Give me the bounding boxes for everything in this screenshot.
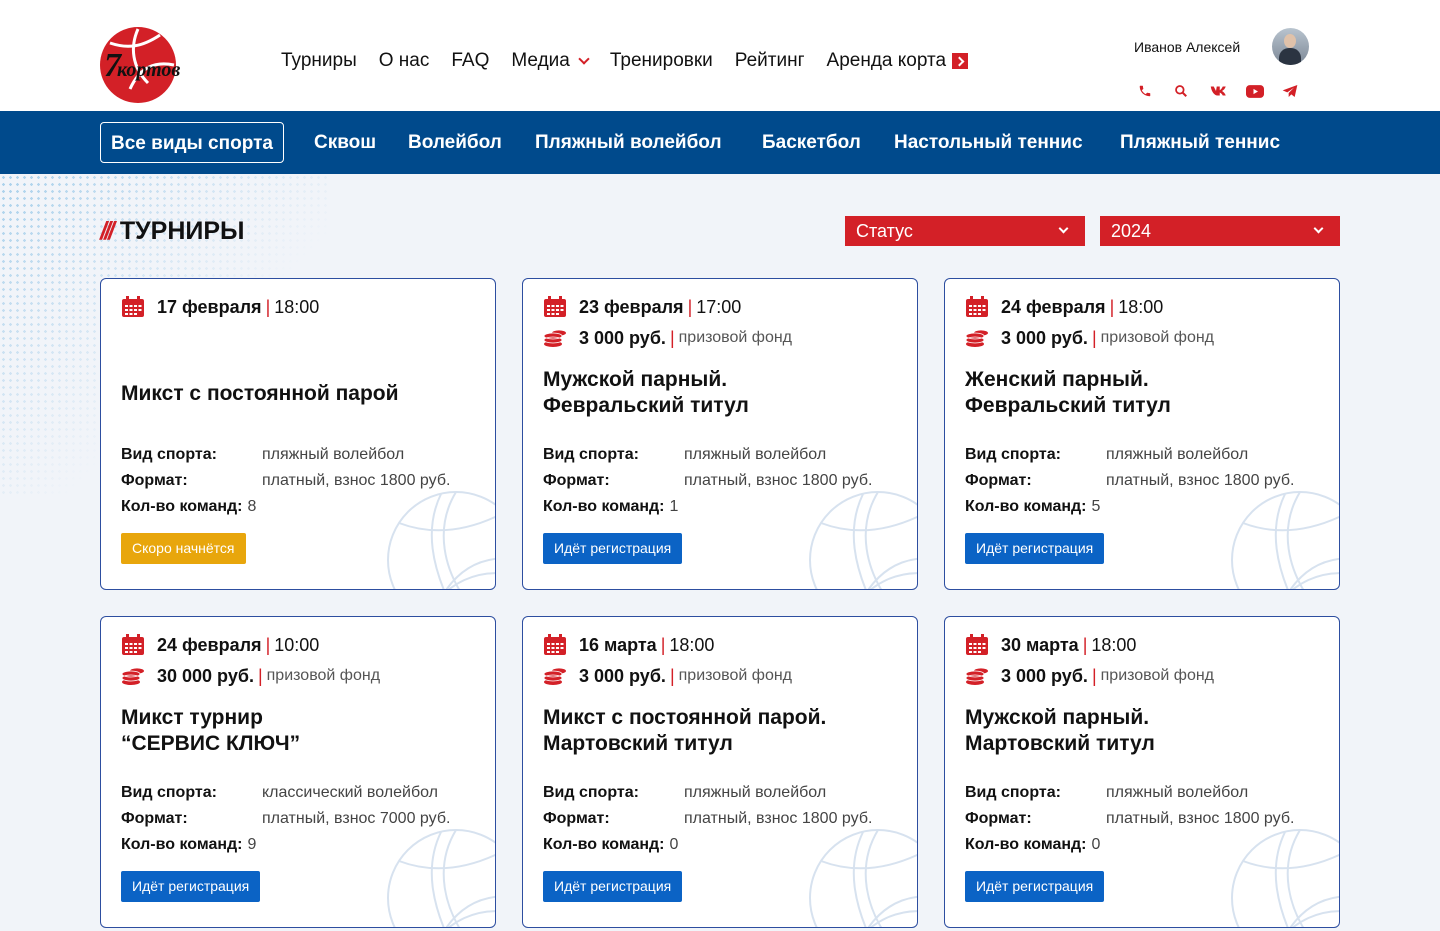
youtube-icon[interactable] (1246, 82, 1282, 100)
calendar-icon (121, 296, 145, 318)
card-title: Мужской парный. Февральский титул (543, 368, 749, 417)
calendar-icon (965, 634, 989, 656)
card-date: 30 марта | 18:00 (965, 634, 1136, 656)
card-date: 17 февраля | 18:00 (121, 296, 319, 318)
calendar-icon (121, 634, 145, 656)
card-title: Мужской парный. Мартовский титул (965, 706, 1155, 755)
nav-rating[interactable]: Рейтинг (735, 50, 805, 72)
logo-text: 7кортов (104, 47, 181, 84)
logo[interactable]: 7кортов (100, 27, 196, 103)
sport-tab-all[interactable]: Все виды спорта (100, 122, 284, 163)
chevron-down-icon (578, 52, 590, 65)
coins-icon (543, 665, 567, 687)
card-status-button[interactable]: Скоро начнётся (121, 533, 246, 564)
card-title: Микст турнир “СЕРВИС КЛЮЧ” (121, 706, 301, 755)
tournament-card[interactable]: 17 февраля | 18:00 Микст с постоянной паро… (100, 278, 496, 590)
tournament-card[interactable]: 24 февраля | 18:00 3 000 руб. | призовой фон… (944, 278, 1340, 590)
user-name: Иванов Алексей (1134, 39, 1241, 55)
search-icon[interactable] (1174, 82, 1210, 100)
card-prize: 3 000 руб. | призовой фонд (543, 327, 792, 349)
card-title: Микст с постоянной парой (121, 382, 399, 405)
sport-tab-basketball[interactable]: Баскетбол (762, 122, 861, 163)
card-status-button[interactable]: Идёт регистрация (121, 871, 261, 902)
nav-tournaments[interactable]: Турниры (281, 50, 357, 72)
calendar-icon (543, 634, 567, 656)
sport-tab-beach-tennis[interactable]: Пляжный теннис (1120, 122, 1280, 163)
card-date: 23 февраля | 17:00 (543, 296, 741, 318)
year-select[interactable]: 2024 (1100, 216, 1340, 246)
card-info: Вид спорта: пляжный волейбол Формат: платн… (543, 446, 873, 515)
phone-icon[interactable] (1138, 82, 1174, 100)
card-status-button[interactable]: Идёт регистрация (965, 871, 1105, 902)
page-title: /// ТУРНИРЫ (100, 217, 245, 245)
sports-filter-bar: Все виды спорта Сквош Волейбол Пляжный в… (0, 111, 1440, 174)
arrow-right-icon (952, 53, 969, 69)
user-profile[interactable]: Иванов Алексей (1134, 28, 1310, 68)
card-info: Вид спорта: пляжный волейбол Формат: платн… (965, 446, 1295, 515)
main-nav: Турниры О нас FAQ Медиа Тренировки Рейти… (281, 50, 990, 72)
coins-icon (121, 665, 145, 687)
tournament-card[interactable]: 23 февраля | 17:00 3 000 руб. | призовой фон… (522, 278, 918, 590)
card-prize: 3 000 руб. | призовой фонд (543, 665, 792, 687)
chevron-down-icon (1058, 223, 1069, 234)
calendar-icon (965, 296, 989, 318)
card-info: Вид спорта: пляжный волейбол Формат: платн… (121, 446, 451, 515)
coins-icon (965, 665, 989, 687)
card-date: 24 февраля | 18:00 (965, 296, 1163, 318)
sport-tab-squash[interactable]: Сквош (314, 122, 376, 163)
nav-media[interactable]: Медиа (511, 50, 590, 72)
chevron-down-icon (1313, 223, 1324, 234)
coins-icon (543, 327, 567, 349)
social-links (1138, 82, 1318, 100)
sport-tab-table-tennis[interactable]: Настольный теннис (894, 122, 1083, 163)
telegram-icon[interactable] (1282, 82, 1318, 100)
card-prize: 30 000 руб. | призовой фонд (121, 665, 380, 687)
card-title: Женский парный. Февральский титул (965, 368, 1171, 417)
card-status-button[interactable]: Идёт регистрация (543, 871, 683, 902)
card-date: 24 февраля | 10:00 (121, 634, 319, 656)
tournament-card[interactable]: 16 марта | 18:00 3 000 руб. | призовой фонд … (522, 616, 918, 928)
nav-faq[interactable]: FAQ (451, 50, 489, 72)
vk-icon[interactable] (1210, 82, 1246, 100)
status-select[interactable]: Статус (845, 216, 1085, 246)
nav-about[interactable]: О нас (379, 50, 430, 72)
nav-trainings[interactable]: Тренировки (610, 50, 713, 72)
avatar[interactable] (1272, 28, 1309, 65)
tournament-card[interactable]: 30 марта | 18:00 3 000 руб. | призовой фонд … (944, 616, 1340, 928)
card-prize: 3 000 руб. | призовой фонд (965, 665, 1214, 687)
card-title: Микст с постоянной парой. Мартовский тит… (543, 706, 827, 755)
card-info: Вид спорта: пляжный волейбол Формат: платн… (543, 784, 873, 853)
card-prize: 3 000 руб. | призовой фонд (965, 327, 1214, 349)
calendar-icon (543, 296, 567, 318)
card-date: 16 марта | 18:00 (543, 634, 714, 656)
site-header: 7кортов Турниры О нас FAQ Медиа Трениров… (0, 0, 1440, 111)
card-status-button[interactable]: Идёт регистрация (965, 533, 1105, 564)
nav-court-rental[interactable]: Аренда корта (827, 50, 969, 72)
card-info: Вид спорта: классический волейбол Формат:… (121, 784, 451, 853)
tournament-card[interactable]: 24 февраля | 10:00 30 000 руб. | призовой фо… (100, 616, 496, 928)
sport-tab-beach-volleyball[interactable]: Пляжный волейбол (535, 122, 722, 163)
sport-tab-volleyball[interactable]: Волейбол (408, 122, 502, 163)
coins-icon (965, 327, 989, 349)
card-info: Вид спорта: пляжный волейбол Формат: платн… (965, 784, 1295, 853)
card-status-button[interactable]: Идёт регистрация (543, 533, 683, 564)
